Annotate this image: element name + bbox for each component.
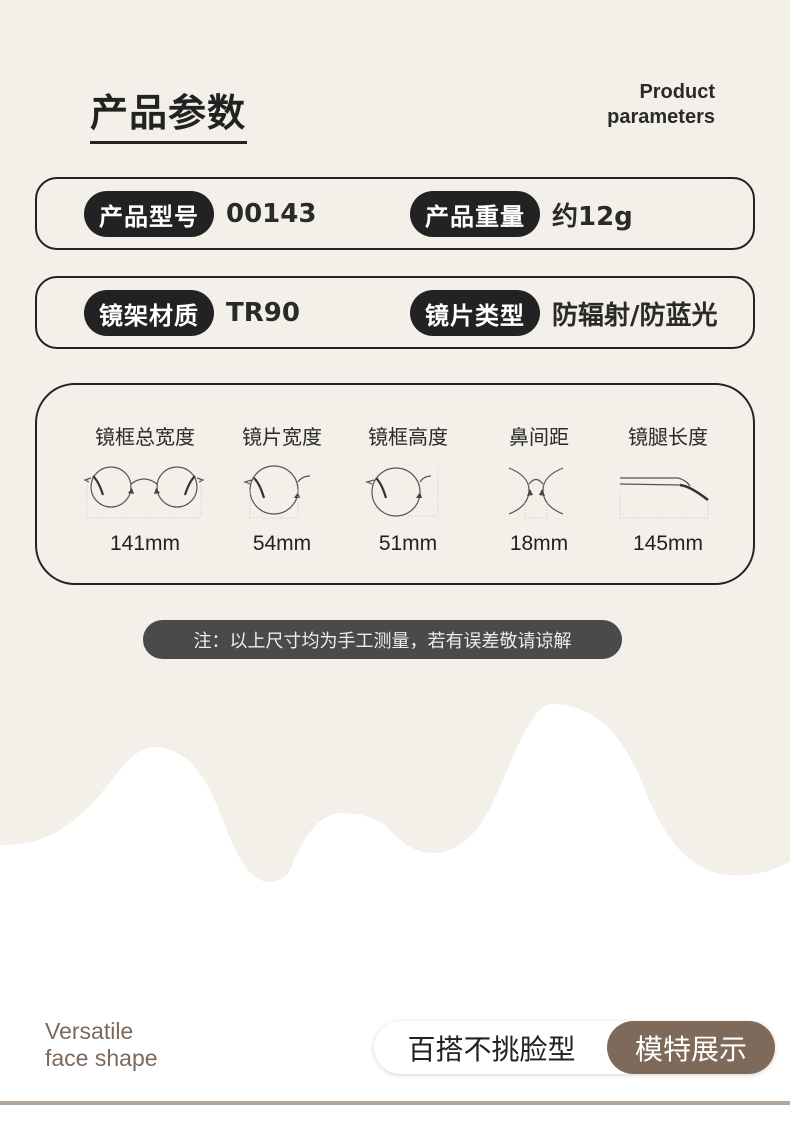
subtitle-line-2: face shape	[45, 1045, 158, 1071]
measurement-label: 鼻间距	[509, 425, 569, 449]
lens-width-icon	[243, 465, 311, 519]
measurement-value: 141mm	[109, 532, 181, 555]
spec-value: 约12g	[552, 201, 633, 232]
spec-value: 防辐射/防蓝光	[552, 300, 718, 331]
measurement-value: 54mm	[252, 532, 312, 555]
spec-value: TR90	[226, 298, 300, 328]
measurement-label: 镜片宽度	[242, 425, 322, 449]
measurement-frame-height: 镜框高度 51mm	[338, 385, 478, 585]
subtitle-line-1: Versatile	[45, 1018, 134, 1044]
spec-value: 00143	[226, 199, 317, 229]
frame-height-icon	[365, 467, 439, 517]
spec-label-pill: 镜片类型	[410, 290, 540, 336]
measurement-label: 镜腿长度	[628, 425, 708, 449]
page-subtitle-en: Product parameters	[607, 80, 715, 130]
page-title: 产品参数	[90, 91, 247, 135]
spec-label-pill: 镜架材质	[84, 290, 214, 336]
toggle-option-model-showcase[interactable]: 模特展示	[607, 1021, 775, 1074]
measurement-temple-length: 镜腿长度 145mm	[598, 385, 738, 585]
bridge-width-icon	[508, 467, 564, 519]
subtitle-line-1: Product	[639, 81, 715, 103]
measurement-note: 注：以上尺寸均为手工测量，若有误差敬请谅解	[143, 620, 622, 659]
measurement-label: 镜框总宽度	[95, 425, 195, 449]
spec-model: 产品型号 00143	[84, 191, 316, 237]
section-toggle[interactable]: 百搭不挑脸型 模特展示	[374, 1021, 775, 1074]
measurement-frame-width: 镜框总宽度 141mm	[75, 385, 215, 585]
spec-row-model-weight: 产品型号 00143 产品重量 约12g	[35, 177, 755, 250]
section-subtitle-en: Versatile face shape	[45, 1018, 158, 1072]
measurements-panel: 镜框总宽度 141mm 镜片宽度 54mm 镜框高度 51mm 鼻间距 18mm…	[35, 383, 755, 585]
spec-weight: 产品重量 约12g	[410, 191, 633, 237]
measurement-label: 镜框高度	[368, 425, 448, 449]
full-frame-width-icon	[83, 466, 205, 519]
divider	[0, 1101, 790, 1105]
measurement-value: 51mm	[378, 532, 438, 555]
spec-frame-material: 镜架材质 TR90	[84, 290, 300, 336]
measurement-bridge-width: 鼻间距 18mm	[469, 385, 609, 585]
measurement-value: 18mm	[509, 532, 569, 555]
toggle-option-versatile-face[interactable]: 百搭不挑脸型	[374, 1021, 609, 1074]
spec-row-material-lens: 镜架材质 TR90 镜片类型 防辐射/防蓝光	[35, 276, 755, 349]
spec-lens-type: 镜片类型 防辐射/防蓝光	[410, 290, 718, 336]
spec-label-pill: 产品型号	[84, 191, 214, 237]
measurement-value: 145mm	[632, 532, 704, 555]
title-underline	[90, 141, 247, 144]
spec-label-pill: 产品重量	[410, 191, 540, 237]
temple-length-icon	[619, 477, 709, 519]
subtitle-line-2: parameters	[607, 106, 715, 128]
measurement-lens-width: 镜片宽度 54mm	[212, 385, 352, 585]
